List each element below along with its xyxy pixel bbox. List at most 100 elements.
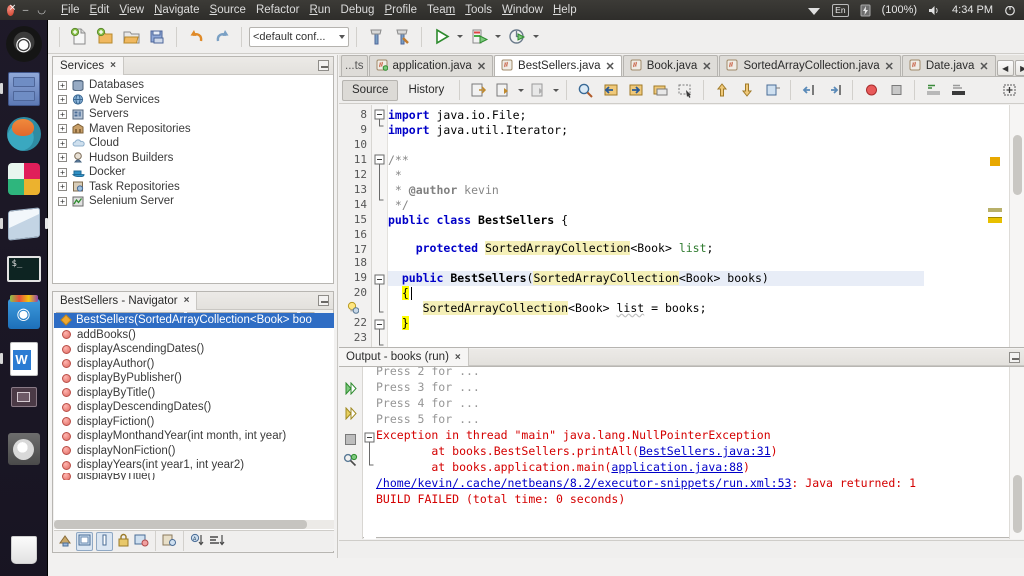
- expand-icon[interactable]: +: [58, 110, 67, 119]
- new-file-button[interactable]: [67, 25, 91, 49]
- editor-line-number-gutter[interactable]: 8 9 10 11 12 13 14 15 16 17 18 19 20: [339, 105, 372, 348]
- system-tray[interactable]: En (100%) 4:34 PM: [807, 4, 1024, 17]
- redo-button[interactable]: [210, 25, 234, 49]
- list-item[interactable]: displayByPublisher(): [54, 371, 334, 386]
- toggle-highlight-button[interactable]: [648, 78, 672, 102]
- list-item[interactable]: displayYears(int year1, int year2): [54, 458, 334, 473]
- show-static-button[interactable]: [134, 533, 149, 550]
- expand-icon[interactable]: +: [58, 197, 67, 206]
- launcher-item-virtualbox[interactable]: [4, 204, 44, 244]
- forward-button[interactable]: [526, 78, 550, 102]
- uncomment-button[interactable]: [946, 78, 970, 102]
- editor-tab-date-java[interactable]: Date.java ✕: [902, 55, 996, 76]
- clean-build-project-button[interactable]: [390, 25, 414, 49]
- menu-item-refactor[interactable]: Refactor: [251, 2, 304, 19]
- menu-item-debug[interactable]: Debug: [336, 2, 380, 19]
- project-configuration-select[interactable]: <default conf...: [249, 27, 349, 47]
- tree-item-docker[interactable]: + Docker: [55, 165, 333, 180]
- editor-scrollbar-thumb[interactable]: [1013, 135, 1022, 195]
- source-view-button[interactable]: Source: [342, 80, 398, 101]
- battery-icon[interactable]: [860, 4, 871, 17]
- save-all-button[interactable]: [145, 25, 169, 49]
- find-previous-button[interactable]: [598, 78, 622, 102]
- window-minimize-button[interactable]: –: [23, 5, 29, 16]
- list-item[interactable]: BestSellers(SortedArrayCollection<Book> …: [54, 313, 334, 328]
- navigator-horizontal-scrollbar[interactable]: [54, 520, 334, 529]
- launcher-item-ubuntu-dash[interactable]: ◉: [4, 24, 44, 64]
- launcher-item-ubuntu-software[interactable]: ◉: [4, 294, 44, 334]
- launcher-item-word[interactable]: [4, 339, 44, 379]
- find-selection-button[interactable]: [573, 78, 597, 102]
- output-link[interactable]: BestSellers.java:31: [639, 444, 771, 458]
- launcher-item-disks[interactable]: [4, 429, 44, 469]
- launcher-item-firefox[interactable]: [4, 114, 44, 154]
- launcher-item-terminal[interactable]: $_: [4, 249, 44, 289]
- keyboard-layout-indicator[interactable]: En: [832, 4, 848, 17]
- list-item[interactable]: displayNonFiction(): [54, 444, 334, 459]
- editor-vertical-scrollbar[interactable]: [1009, 105, 1024, 348]
- expand-icon[interactable]: +: [58, 95, 67, 104]
- list-item[interactable]: addBooks(): [54, 328, 334, 343]
- editor-tab-close-icon[interactable]: ✕: [702, 60, 711, 73]
- launcher-item-slack[interactable]: [4, 159, 44, 199]
- profile-project-dropdown[interactable]: [531, 25, 541, 49]
- start-macro-recording-button[interactable]: [859, 78, 883, 102]
- expand-icon[interactable]: +: [58, 81, 67, 90]
- list-item[interactable]: displayDescendingDates(): [54, 400, 334, 415]
- window-close-button[interactable]: [7, 5, 14, 16]
- settings-button[interactable]: [343, 453, 358, 470]
- profile-project-button[interactable]: [505, 25, 529, 49]
- list-item[interactable]: displayByTitle(): [54, 473, 334, 480]
- output-tab-close-icon[interactable]: ×: [455, 352, 461, 363]
- menu-item-source[interactable]: Source: [205, 2, 251, 19]
- editor-tab-bestsellers-java[interactable]: BestSellers.java ✕: [494, 55, 622, 76]
- rerun-with-params-button[interactable]: [344, 407, 358, 423]
- menu-item-help[interactable]: Help: [548, 2, 582, 19]
- comment-button[interactable]: [921, 78, 945, 102]
- run-project-dropdown[interactable]: [455, 25, 465, 49]
- tree-item-maven-repositories[interactable]: + Maven Repositories: [55, 122, 333, 137]
- editor-tab-close-icon[interactable]: ✕: [885, 60, 894, 73]
- navigator-member-list[interactable]: BestSellers(SortedArrayCollection<Book> …: [54, 313, 334, 535]
- output-text[interactable]: Press 2 for ... Press 3 for ... Press 4 …: [376, 367, 1006, 539]
- output-link[interactable]: application.java:88: [611, 460, 743, 474]
- previous-bookmark-button[interactable]: [710, 78, 734, 102]
- undo-button[interactable]: [184, 25, 208, 49]
- menu-item-window[interactable]: Window: [497, 2, 548, 19]
- expand-icon[interactable]: +: [58, 153, 67, 162]
- next-bookmark-button[interactable]: [735, 78, 759, 102]
- tree-item-hudson-builders[interactable]: + Hudson Builders: [55, 151, 333, 166]
- show-non-public-button[interactable]: [116, 533, 131, 550]
- forward-dropdown[interactable]: [551, 78, 560, 102]
- rerun-button[interactable]: [344, 382, 358, 398]
- back-button[interactable]: [491, 78, 515, 102]
- list-item[interactable]: displayByTitle(): [54, 386, 334, 401]
- error-strip-mark[interactable]: [988, 208, 1002, 212]
- shift-right-button[interactable]: [822, 78, 846, 102]
- last-edit-button[interactable]: [466, 78, 490, 102]
- run-project-button[interactable]: [429, 25, 453, 49]
- menu-item-edit[interactable]: Edit: [85, 2, 115, 19]
- editor-tab-truncated[interactable]: ...ts: [341, 55, 368, 76]
- editor-code-folding-gutter[interactable]: [372, 105, 388, 348]
- chevron-down-icon[interactable]: [339, 35, 345, 39]
- output-tab[interactable]: Output - books (run) ×: [339, 348, 469, 366]
- launcher-item-files[interactable]: [4, 69, 44, 109]
- window-maximize-button[interactable]: ◡: [37, 5, 46, 16]
- list-item[interactable]: displayFiction(): [54, 415, 334, 430]
- tree-item-servers[interactable]: + Servers: [55, 107, 333, 122]
- menu-item-file[interactable]: FFileile: [56, 2, 85, 19]
- debug-project-dropdown[interactable]: [493, 25, 503, 49]
- sort-alphabetically-button[interactable]: A: [190, 533, 206, 550]
- menu-item-tools[interactable]: Tools: [460, 2, 497, 19]
- services-tab-close-icon[interactable]: ×: [110, 60, 116, 71]
- services-minimize-button[interactable]: [318, 60, 329, 71]
- show-constructors-button[interactable]: [96, 532, 113, 551]
- stop-macro-recording-button[interactable]: [884, 78, 908, 102]
- navigator-tab-close-icon[interactable]: ×: [184, 295, 190, 306]
- editor-tab-close-icon[interactable]: ✕: [477, 60, 486, 73]
- navigator-tab[interactable]: BestSellers - Navigator ×: [53, 292, 197, 310]
- window-controls[interactable]: – ◡: [0, 5, 46, 16]
- menu-item-profile[interactable]: Profile: [379, 2, 422, 19]
- inspect-button[interactable]: [997, 78, 1021, 102]
